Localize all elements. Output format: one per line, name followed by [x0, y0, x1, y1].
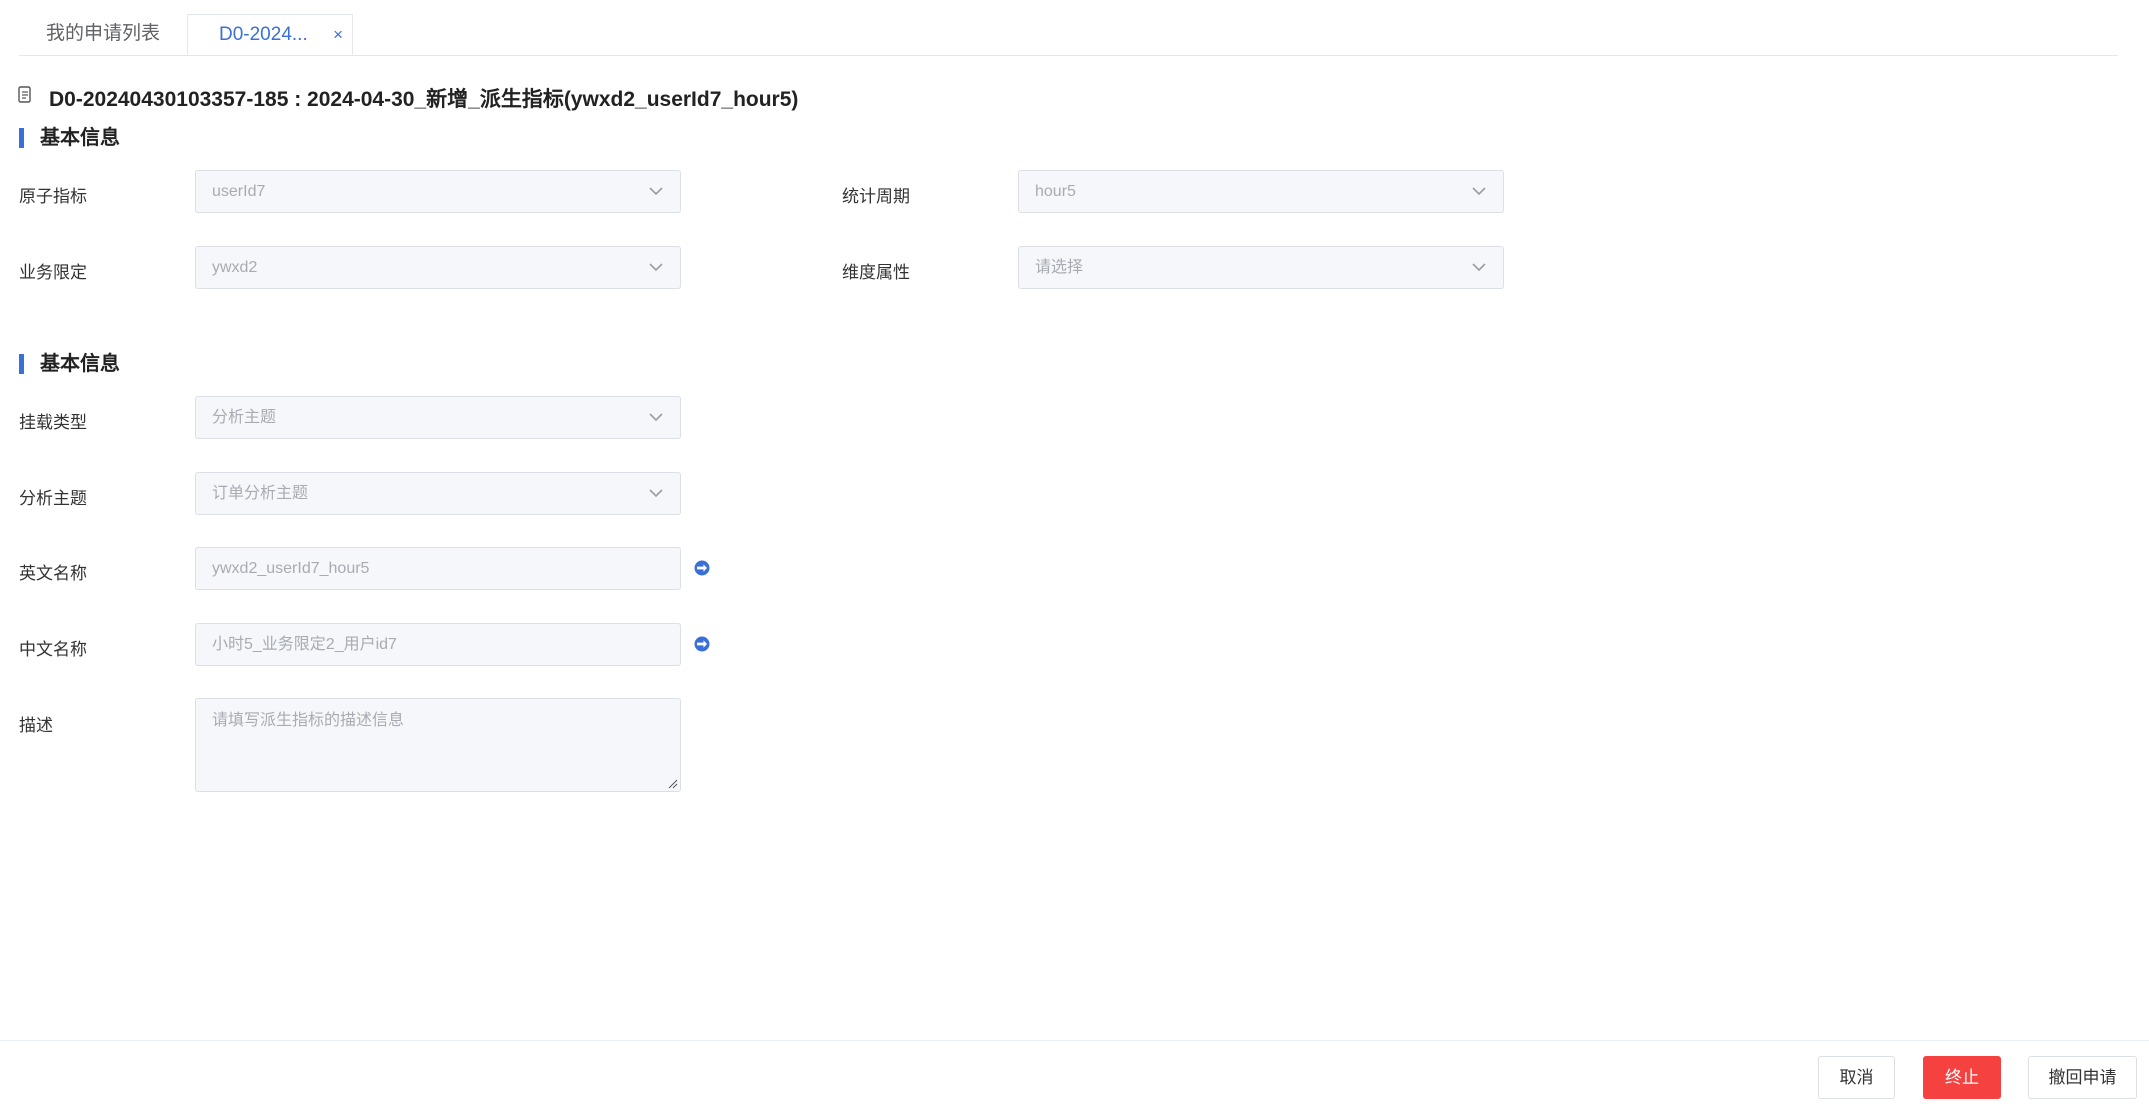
- chevron-down-icon: [1472, 187, 1486, 196]
- english-name-label: 英文名称: [19, 564, 87, 583]
- stat-period-select[interactable]: hour5: [1018, 170, 1504, 213]
- close-icon[interactable]: ×: [333, 15, 343, 55]
- section-title-basic-info-2: 基本信息: [19, 353, 120, 375]
- footer-action-bar: 取消 终止 撤回申请: [0, 1040, 2149, 1108]
- chevron-down-icon: [649, 187, 663, 196]
- business-limit-label: 业务限定: [19, 263, 87, 282]
- chevron-down-icon: [1472, 263, 1486, 272]
- atomic-metric-select[interactable]: userId7: [195, 170, 681, 213]
- english-name-value: ywxd2_userId7_hour5: [212, 560, 370, 577]
- page-title: D0-20240430103357-185 : 2024-04-30_新增_派生…: [49, 88, 799, 111]
- cancel-button[interactable]: 取消: [1818, 1056, 1895, 1099]
- mount-type-select[interactable]: 分析主题: [195, 396, 681, 439]
- chevron-down-icon: [649, 489, 663, 498]
- dimension-attr-label: 维度属性: [842, 263, 910, 282]
- document-icon: [18, 86, 31, 103]
- chinese-name-input[interactable]: 小时5_业务限定2_用户id7: [195, 623, 681, 666]
- chevron-down-icon: [649, 413, 663, 422]
- description-label: 描述: [19, 716, 53, 735]
- tab-bar: 我的申请列表 D0-2024... ×: [19, 14, 2118, 56]
- mount-type-label: 挂载类型: [19, 413, 87, 432]
- tab-label: 我的申请列表: [45, 23, 160, 44]
- english-name-input[interactable]: ywxd2_userId7_hour5: [195, 547, 681, 590]
- refresh-arrow-icon[interactable]: [694, 636, 710, 652]
- chinese-name-value: 小时5_业务限定2_用户id7: [212, 636, 397, 653]
- description-textarea[interactable]: 请填写派生指标的描述信息: [195, 698, 681, 792]
- stat-period-label: 统计周期: [842, 187, 910, 206]
- tab-my-applications[interactable]: 我的申请列表: [19, 14, 187, 54]
- tab-label: D0-2024...: [219, 24, 308, 45]
- mount-type-value: 分析主题: [212, 409, 277, 426]
- dimension-attr-select[interactable]: 请选择: [1018, 246, 1504, 289]
- resize-handle-icon[interactable]: [668, 779, 678, 789]
- analysis-topic-select[interactable]: 订单分析主题: [195, 472, 681, 515]
- tab-current-application[interactable]: D0-2024... ×: [187, 14, 353, 55]
- section-title-basic-info: 基本信息: [19, 127, 120, 149]
- atomic-metric-label: 原子指标: [19, 187, 87, 206]
- terminate-button[interactable]: 终止: [1923, 1056, 2001, 1099]
- stat-period-value: hour5: [1035, 183, 1076, 200]
- analysis-topic-label: 分析主题: [19, 489, 87, 508]
- refresh-arrow-icon[interactable]: [694, 560, 710, 576]
- business-limit-value: ywxd2: [212, 259, 258, 276]
- business-limit-select[interactable]: ywxd2: [195, 246, 681, 289]
- analysis-topic-value: 订单分析主题: [212, 485, 309, 502]
- description-placeholder: 请填写派生指标的描述信息: [212, 712, 405, 729]
- atomic-metric-value: userId7: [212, 183, 266, 200]
- chevron-down-icon: [649, 263, 663, 272]
- chinese-name-label: 中文名称: [19, 640, 87, 659]
- dimension-attr-placeholder: 请选择: [1035, 259, 1084, 276]
- withdraw-application-button[interactable]: 撤回申请: [2028, 1056, 2137, 1099]
